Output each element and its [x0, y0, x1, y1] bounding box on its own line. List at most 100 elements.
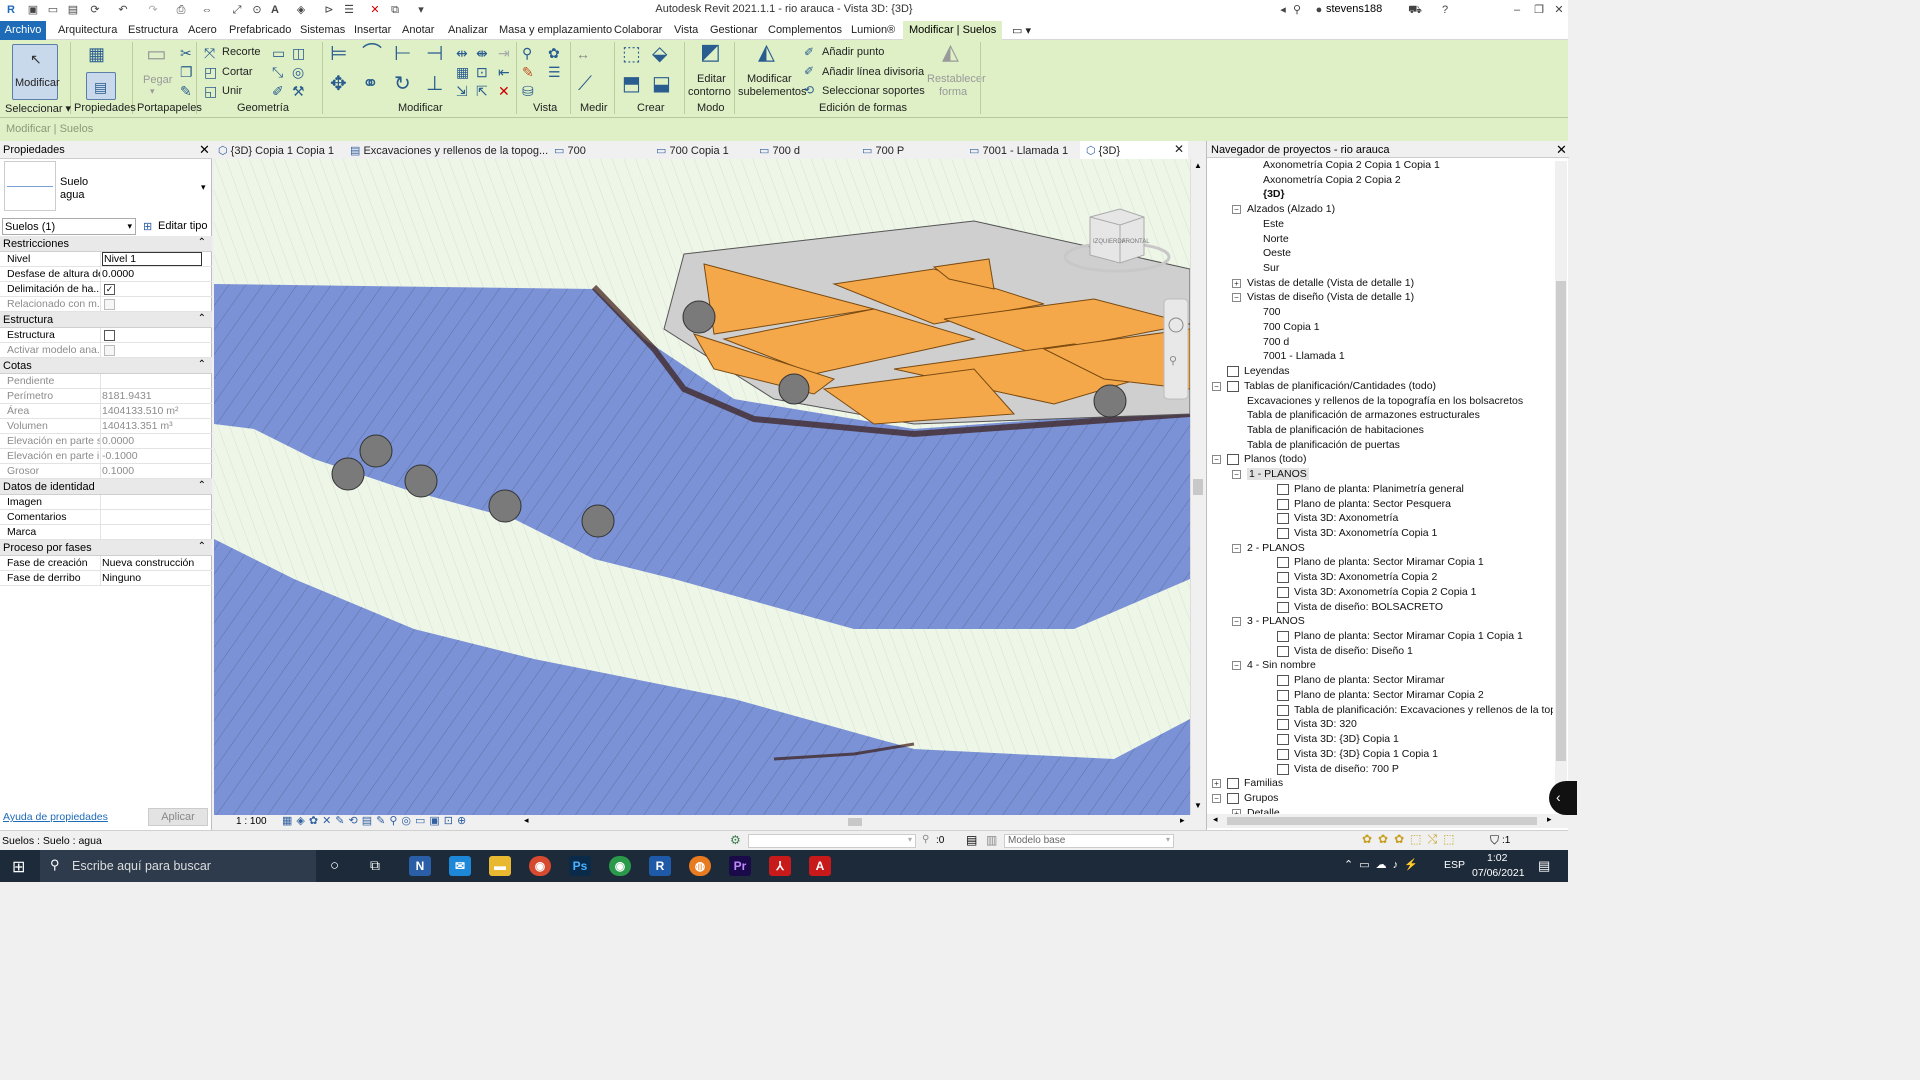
trim-icon[interactable]: ⊥ [426, 74, 443, 94]
close-tab-icon[interactable]: ✕ [1174, 142, 1184, 156]
scroll-thumb[interactable] [1193, 479, 1203, 495]
browser-tree-item[interactable]: Plano de planta: Sector Miramar [1294, 674, 1445, 686]
pick-supports-label[interactable]: Seleccionar soportes [822, 85, 925, 97]
property-value[interactable]: 0.0000 [102, 435, 202, 447]
property-row[interactable]: Marca [0, 525, 212, 540]
browser-scroll-right-icon[interactable]: ▸ [1547, 814, 1552, 825]
browser-tree-item[interactable]: Alzados (Alzado 1) [1247, 203, 1335, 215]
properties-help-link[interactable]: Ayuda de propiedades [3, 811, 108, 823]
split-gap-icon[interactable]: ⇼ [476, 45, 488, 61]
browser-tree-item[interactable]: Tablas de planificación/Cantidades (todo… [1244, 380, 1436, 392]
collapse-icon[interactable]: − [1232, 470, 1241, 480]
close-browser-icon[interactable]: ✕ [1556, 142, 1567, 158]
browser-tree-item[interactable]: 7001 - Llamada 1 [1263, 350, 1345, 362]
property-value[interactable]: 0.0000 [102, 268, 202, 280]
hide-icon[interactable]: ⚲ [522, 45, 532, 61]
tab-estructura[interactable]: Estructura [128, 24, 178, 36]
filter-icon[interactable]: ⛉ [1490, 833, 1499, 848]
browser-app-icon[interactable]: ◍ [689, 856, 711, 876]
property-row[interactable]: Elevación en parte s... 0.0000 [0, 434, 212, 449]
browser-tree-item[interactable]: Vistas de detalle (Vista de detalle 1) [1247, 277, 1414, 289]
section-restricciones[interactable]: Restricciones ⌃ [0, 236, 212, 252]
copy-elem-icon[interactable]: ⚭ [362, 74, 379, 94]
help-icon[interactable]: ? [1438, 3, 1452, 17]
cortar-icon[interactable]: ◰ [204, 64, 217, 80]
type-name[interactable]: Suelo [60, 176, 88, 188]
tab-masa[interactable]: Masa y emplazamiento [499, 24, 612, 36]
property-value[interactable]: Nueva construcción [102, 557, 202, 569]
browser-tree-item[interactable]: 700 d [1263, 336, 1289, 348]
section-identidad[interactable]: Datos de identidad ⌃ [0, 479, 212, 495]
property-value[interactable]: -0.1000 [102, 450, 202, 462]
tab-excavaciones[interactable]: ▤ Excavaciones y rellenos de la topog... [350, 141, 550, 159]
property-row[interactable]: Grosor 0.1000 [0, 464, 212, 479]
geom-tool-1-icon[interactable]: ▭ [272, 45, 285, 61]
geom-tool-6-icon[interactable]: ⚒ [292, 83, 305, 99]
language-indicator[interactable]: ESP [1444, 859, 1465, 871]
tab-complementos[interactable]: Complementos [768, 24, 842, 36]
browser-tree-item[interactable]: Plano de planta: Sector Miramar Copia 2 [1294, 689, 1484, 701]
browser-tree-item[interactable]: Excavaciones y rellenos de la topografía… [1247, 395, 1523, 407]
collapse-icon[interactable]: ⌃ [198, 313, 206, 324]
windows-start-icon[interactable]: ⊞ [12, 857, 25, 877]
collapse-icon[interactable]: − [1232, 543, 1241, 553]
browser-tree-item[interactable]: Vista de diseño: Diseño 1 [1294, 645, 1413, 657]
scroll-up-icon[interactable]: ▲ [1194, 161, 1202, 170]
match-type-icon[interactable]: ✎ [180, 83, 192, 99]
browser-tree-item[interactable]: {3D} [1263, 188, 1285, 200]
delete-icon[interactable]: ✕ [498, 83, 510, 99]
tab-lumion[interactable]: Lumion® [851, 24, 895, 36]
property-row[interactable]: Comentarios [0, 510, 212, 525]
create-similar-icon[interactable]: ⬓ [652, 74, 671, 94]
browser-tree-item[interactable]: Vista 3D: {3D} Copia 1 Copia 1 [1294, 748, 1438, 760]
pin-icon[interactable]: ⇲ [456, 83, 468, 99]
recorte-icon[interactable]: ⤧ [204, 45, 215, 61]
browser-tree-item[interactable]: Plano de planta: Sector Pesquera [1294, 498, 1451, 510]
property-checkbox[interactable]: ✓ [104, 284, 115, 295]
geom-tool-4-icon[interactable]: ◎ [292, 64, 304, 80]
recorte-label[interactable]: Recorte [222, 46, 261, 58]
collapse-icon[interactable]: − [1232, 661, 1241, 671]
collapse-icon[interactable]: − [1212, 455, 1221, 465]
viewport-vertical-scrollbar[interactable]: ▲ ▼ [1190, 159, 1206, 815]
browser-tree-item[interactable]: Tabla de planificación de puertas [1247, 439, 1400, 451]
linework-icon[interactable]: ✎ [522, 64, 534, 80]
3d-viewport[interactable]: IZQUIERDA FRONTAL ⚲ [214, 159, 1190, 815]
modify-subelements-icon[interactable]: ◭ [758, 41, 775, 63]
browser-tree-item[interactable]: Oeste [1263, 247, 1291, 259]
scroll-right-icon[interactable]: ▸ [1180, 815, 1185, 826]
modify-subelements-label-1[interactable]: Modificar [747, 73, 792, 85]
browser-tree-item[interactable]: Plano de planta: Sector Miramar Copia 1 [1294, 556, 1484, 568]
browser-tree-item[interactable]: Planos (todo) [1244, 453, 1306, 465]
pick-supports-icon[interactable]: ⟲ [804, 82, 814, 98]
property-row[interactable]: Relacionado con m... [0, 297, 212, 312]
browser-tree-item[interactable]: Detalle [1247, 807, 1280, 814]
unir-label[interactable]: Unir [222, 85, 242, 97]
measure-dist-icon[interactable]: ↔ [576, 46, 590, 62]
edit-boundary-label-1[interactable]: Editar [697, 73, 726, 85]
create-part-icon[interactable]: ⬚ [622, 44, 641, 64]
file-explorer-icon[interactable]: ▬ [489, 856, 511, 876]
browser-tree-item[interactable]: 1 - PLANOS [1247, 468, 1309, 481]
rotate-icon[interactable]: ↻ [394, 74, 411, 94]
geom-tool-5-icon[interactable]: ✐ [272, 83, 284, 99]
offset-icon[interactable]: ⌒ [362, 44, 382, 64]
apply-button[interactable]: Aplicar [148, 808, 208, 826]
mirror-draw-icon[interactable]: ⊣ [426, 44, 443, 64]
unir-icon[interactable]: ◱ [204, 83, 217, 99]
tab-archivo[interactable]: Archivo [0, 21, 46, 40]
restore-icon[interactable]: ❐ [1532, 3, 1546, 17]
property-row[interactable]: Delimitación de ha... ✓ [0, 282, 212, 297]
edit-boundary-icon[interactable]: ◩ [700, 41, 721, 63]
properties-button[interactable]: ▤ [86, 72, 116, 100]
ribbon-toggle-icon[interactable]: ▭ ▾ [1012, 24, 1031, 37]
add-point-icon[interactable]: ✐ [804, 44, 814, 60]
browser-tree-item[interactable]: Leyendas [1244, 365, 1290, 377]
tab-sistemas[interactable]: Sistemas [300, 24, 345, 36]
task-view-icon[interactable]: ⧉ [370, 857, 380, 874]
browser-tree-item[interactable]: 2 - PLANOS [1247, 542, 1305, 554]
tab-700-d[interactable]: ▭ 700 d [759, 141, 819, 159]
close-properties-icon[interactable]: ✕ [199, 142, 210, 158]
property-checkbox[interactable] [104, 299, 115, 310]
property-row[interactable]: Imagen [0, 495, 212, 510]
